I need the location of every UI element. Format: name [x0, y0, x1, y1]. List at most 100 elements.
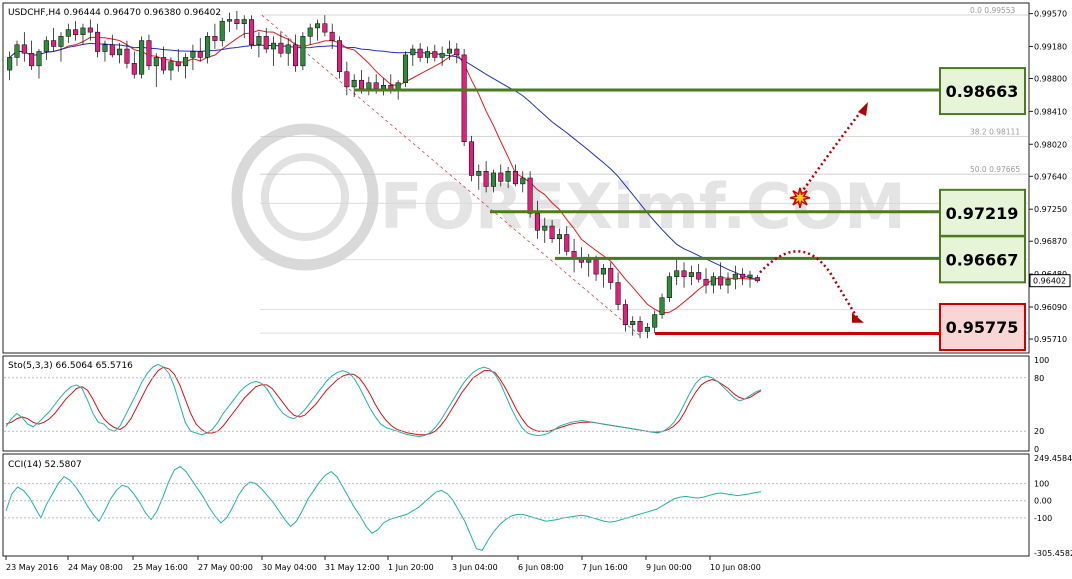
candle-body	[51, 40, 57, 47]
candle-body	[153, 57, 159, 67]
price-tick-label: 0.99570	[1034, 10, 1067, 19]
candle-body	[747, 274, 753, 278]
candle-body	[534, 213, 540, 231]
candle-body	[688, 272, 694, 277]
level-badge-text: 0.98663	[946, 82, 1019, 101]
candle-body	[615, 282, 621, 305]
candle-body	[424, 51, 431, 58]
current-price-label: 0.96402	[1033, 277, 1066, 286]
candle-body	[476, 171, 482, 176]
fib-label: 0.0 0.99553	[970, 6, 1016, 15]
price-tick-label: 0.96870	[1034, 237, 1067, 246]
time-tick-label: 31 May 12:00	[325, 563, 380, 572]
candle-body	[571, 251, 577, 258]
candle-body	[725, 278, 731, 286]
candle-body	[197, 51, 203, 58]
candle-body	[329, 31, 335, 41]
cci-tick-label: 100	[1034, 480, 1049, 489]
time-axis: 23 May 2016 24 May 08:00 25 May 16:00 27 Ma…	[5, 556, 761, 572]
candle-body	[520, 177, 526, 185]
candle-body	[249, 19, 255, 46]
price-tick-label: 0.98410	[1034, 107, 1067, 116]
level-badge-text: 0.97219	[946, 204, 1019, 223]
stochastic-tick-label: 0	[1034, 445, 1039, 454]
candle-body	[410, 48, 416, 56]
candle-body	[432, 51, 438, 58]
candle-body	[380, 85, 387, 89]
candle-body	[29, 52, 35, 67]
candle	[139, 36, 145, 79]
candle-body	[175, 61, 181, 67]
candle-body	[556, 234, 562, 239]
candle-body	[263, 36, 269, 50]
candle-body	[681, 270, 687, 277]
time-tick-label: 30 May 04:00	[262, 563, 317, 572]
cci-panel-frame	[2, 453, 1030, 557]
candle-body	[241, 19, 247, 24]
candle-body	[278, 42, 284, 54]
cci-tick-label: -305.4582	[1034, 549, 1072, 558]
candle-body	[593, 259, 599, 275]
time-tick-label: 10 Jun 08:00	[710, 563, 761, 572]
candle-body	[161, 57, 167, 71]
candle-body	[373, 82, 379, 89]
stochastic-panel-frame	[2, 355, 1030, 452]
candle-body	[256, 36, 262, 46]
price-tick-label: 0.96090	[1034, 303, 1067, 312]
price-panel[interactable]: FOREXimf.COM 0.0 0.9955338.2 0.9811150.0…	[2, 2, 1071, 354]
candle-body	[124, 48, 130, 64]
level-badge-text: 0.95775	[946, 318, 1019, 337]
cci-tick-label: 249.4584	[1034, 454, 1072, 463]
candle	[461, 49, 467, 146]
time-tick-label: 1 Jun 20:00	[388, 563, 434, 572]
candle-body	[36, 51, 42, 67]
candle-body	[271, 42, 277, 50]
price-tick-label: 0.95710	[1034, 335, 1067, 344]
fib-label: 38.2 0.98111	[970, 128, 1020, 137]
candle-body	[117, 48, 123, 56]
candle-body	[461, 54, 467, 142]
candle-body	[358, 79, 365, 89]
trading-chart[interactable]: FOREXimf.COM 0.0 0.9955338.2 0.9811150.0…	[0, 0, 1072, 579]
time-tick-label: 27 May 00:00	[198, 563, 253, 572]
candle-body	[740, 273, 746, 278]
candle-body	[608, 267, 614, 283]
candle-body	[205, 36, 211, 58]
symbol-info: USDCHF,H4 0.96444 0.96470 0.96380 0.9640…	[8, 8, 221, 18]
candle-body	[219, 20, 225, 41]
price-tick-label: 0.98020	[1034, 140, 1067, 149]
candle	[249, 15, 255, 49]
candle-body	[468, 141, 474, 176]
time-tick-label: 24 May 08:00	[68, 563, 123, 572]
candle-body	[417, 48, 423, 58]
candle-body	[366, 82, 372, 89]
candle-body	[102, 44, 108, 52]
candle-body	[146, 40, 152, 67]
candle-body	[315, 23, 321, 29]
time-tick-label: 6 Jun 08:00	[518, 563, 564, 572]
time-tick-label: 9 Jun 00:00	[646, 563, 692, 572]
cci-label: CCI(14) 52.5807	[8, 460, 82, 470]
candle-body	[600, 267, 606, 275]
candle-body	[7, 57, 13, 71]
candle-body	[80, 27, 86, 35]
candle-body	[637, 321, 643, 332]
candle-body	[109, 44, 115, 56]
candle-body	[87, 27, 93, 33]
time-tick-label: 3 Jun 04:00	[452, 563, 498, 572]
time-tick-label: 23 May 2016	[6, 563, 58, 572]
stochastic-tick-label: 100	[1034, 356, 1049, 365]
candle-body	[542, 225, 548, 231]
level-badge-text: 0.96667	[946, 250, 1019, 269]
candle-body	[65, 29, 71, 37]
candle-body	[505, 171, 511, 182]
fib-label: 50.0 0.97665	[970, 165, 1020, 174]
candle-body	[58, 36, 64, 47]
stochastic-panel[interactable]: 100 80 20 0 Sto(5,3,3) 66.5064 65.5716	[2, 355, 1049, 454]
candle-body	[131, 63, 137, 75]
candle-body	[549, 225, 555, 239]
candle	[666, 272, 672, 302]
price-tick-label: 0.97640	[1034, 172, 1067, 181]
candle-body	[73, 29, 79, 35]
cci-panel[interactable]: 249.4584 100 0.00 -100 -305.4582 CCI(14) 52.…	[2, 453, 1072, 558]
